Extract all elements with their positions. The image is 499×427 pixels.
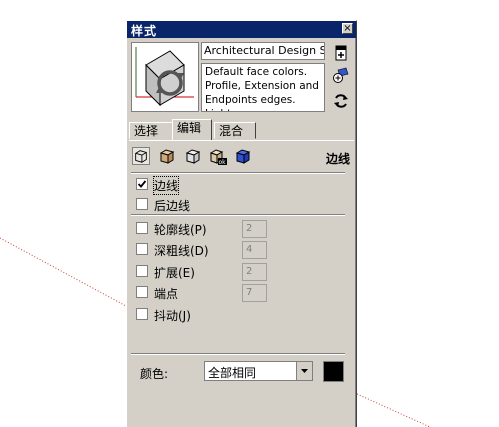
depth-cue-label: 深粗线(D) (154, 244, 209, 258)
endpoints-label: 端点 (154, 287, 179, 301)
divider (131, 353, 345, 355)
jitter-label: 抖动(J) (154, 309, 191, 323)
extension-length-field[interactable]: 2 (242, 263, 267, 281)
endpoints-checkbox[interactable] (136, 286, 148, 298)
back-edges-label: 后边线 (154, 199, 191, 213)
divider (131, 214, 345, 216)
divider (131, 172, 345, 174)
tab-divider (129, 140, 354, 141)
watermark-settings-icon[interactable]: ok (209, 147, 227, 165)
style-name-field[interactable]: Architectural Design Style (201, 42, 325, 60)
window-title: 样式 (131, 24, 158, 38)
extension-label: 扩展(E) (154, 266, 195, 280)
modeling-settings-icon[interactable] (234, 147, 252, 165)
dropdown-button[interactable] (296, 362, 312, 380)
title-bar: 样式 × (127, 21, 356, 38)
profiles-label: 轮廓线(P) (154, 223, 207, 237)
styles-panel: 样式 × Architectural Design Style Default … (126, 20, 357, 427)
tab-strip: 选择 编辑 混合 (129, 119, 355, 141)
section-title: 边线 (325, 152, 350, 166)
svg-text:ok: ok (219, 159, 227, 165)
endpoints-length-field[interactable]: 7 (242, 284, 267, 302)
profiles-checkbox[interactable] (136, 222, 148, 234)
close-button[interactable]: × (342, 23, 353, 34)
style-description-field[interactable]: Default face colors. Profile, Extension … (201, 63, 325, 112)
refresh-icon[interactable] (332, 92, 350, 110)
edge-settings-icon[interactable] (132, 147, 150, 165)
style-thumbnail-image (135, 47, 194, 107)
edges-checkbox[interactable] (136, 178, 148, 190)
extension-checkbox[interactable] (136, 265, 148, 277)
create-style-icon[interactable] (332, 44, 350, 62)
depth-cue-width-field[interactable]: 4 (242, 241, 267, 259)
color-label: 颜色: (140, 367, 169, 381)
color-swatch[interactable] (323, 361, 344, 382)
face-settings-icon[interactable] (158, 147, 176, 165)
tab-select[interactable]: 选择 (129, 122, 173, 139)
color-mode-select[interactable]: 全部相同 (204, 361, 313, 381)
background-settings-icon[interactable] (184, 147, 202, 165)
update-style-icon[interactable] (332, 66, 350, 84)
edges-label: 边线 (152, 176, 180, 195)
chevron-down-icon (301, 369, 308, 373)
tab-edit[interactable]: 编辑 (172, 119, 212, 140)
back-edges-checkbox[interactable] (136, 198, 148, 210)
depth-cue-checkbox[interactable] (136, 243, 148, 255)
profiles-width-field[interactable]: 2 (242, 220, 267, 238)
style-thumbnail[interactable] (131, 42, 199, 112)
color-mode-value: 全部相同 (208, 366, 257, 380)
checkmark-icon (137, 180, 147, 188)
jitter-checkbox[interactable] (136, 308, 148, 320)
tab-mix[interactable]: 混合 (214, 122, 256, 139)
